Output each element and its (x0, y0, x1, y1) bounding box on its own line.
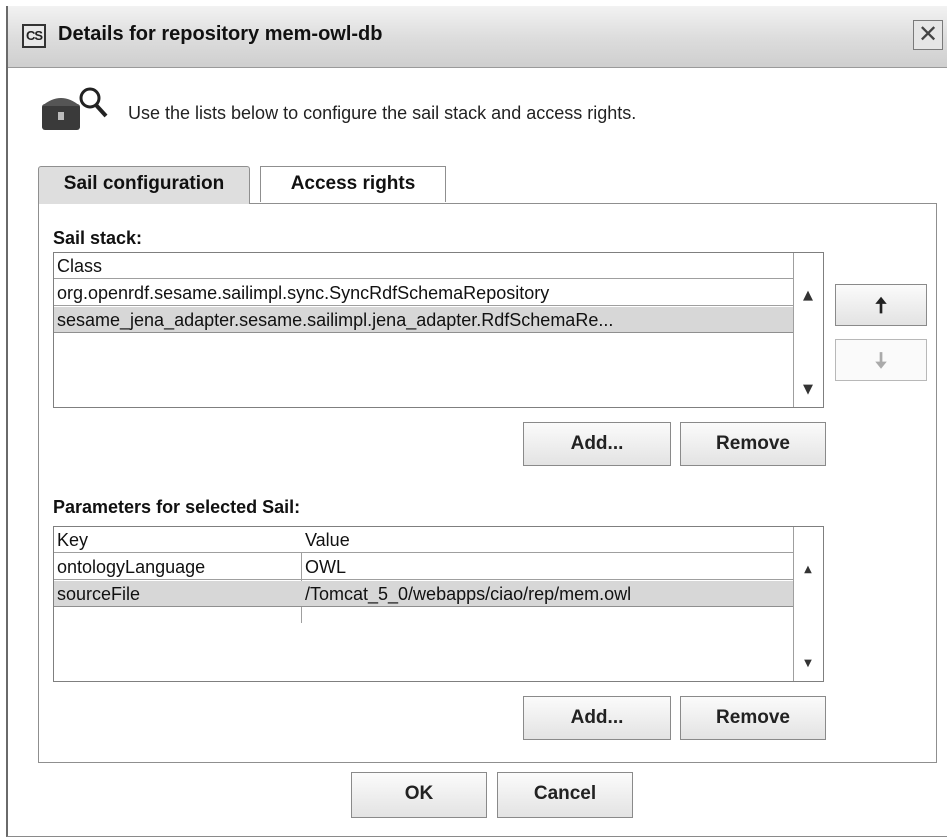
sail-configuration-panel: Sail stack: Class org.openrdf.sesame.sai… (38, 203, 937, 763)
remove-parameter-button[interactable]: Remove (680, 696, 826, 740)
table-row[interactable]: org.openrdf.sesame.sailimpl.sync.SyncRdf… (54, 280, 794, 306)
parameters-scrollbar[interactable]: ▲ ▼ (793, 527, 823, 681)
scroll-down-icon[interactable]: ▼ (796, 653, 820, 675)
parameters-header: Key Value (54, 527, 794, 553)
column-header-key: Key (57, 530, 89, 550)
add-parameter-button[interactable]: Add... (523, 696, 671, 740)
param-value-cell: OWL (305, 557, 347, 577)
tab-access-rights[interactable]: Access rights (260, 166, 446, 202)
parameters-label: Parameters for selected Sail: (53, 497, 301, 517)
scroll-up-icon[interactable]: ▲ (796, 559, 820, 581)
param-value-cell: /Tomcat_5_0/webapps/ciao/rep/mem.owl (305, 584, 632, 604)
column-header-value: Value (305, 530, 350, 550)
chest-magnifier-icon (42, 87, 108, 130)
table-row-selected[interactable]: sourceFile /Tomcat_5_0/webapps/ciao/rep/… (54, 581, 794, 607)
scroll-down-icon[interactable]: ▼ (796, 379, 820, 401)
app-icon: CS (22, 24, 46, 48)
arrow-up-icon: 🠅 (874, 293, 888, 318)
scroll-up-icon[interactable]: ▲ (796, 285, 820, 307)
instruction-text: Use the lists below to configure the sai… (128, 103, 637, 123)
sail-stack-header: Class (54, 253, 794, 279)
remove-sail-button[interactable]: Remove (680, 422, 826, 466)
arrow-down-icon: 🠇 (874, 348, 888, 373)
sail-class-cell: sesame_jena_adapter.sesame.sailimpl.jena… (57, 310, 614, 330)
cancel-button[interactable]: Cancel (497, 772, 633, 818)
move-up-button[interactable]: 🠅 (835, 284, 927, 326)
column-header-class: Class (57, 256, 103, 276)
repository-details-dialog: CS Details for repository mem-owl-db ✕ U… (6, 6, 947, 837)
tab-sail-configuration[interactable]: Sail configuration (38, 166, 250, 204)
parameters-table[interactable]: Key Value ontologyLanguage OWL sourceFil… (53, 526, 824, 682)
close-button[interactable]: ✕ (913, 20, 943, 50)
sail-stack-scrollbar[interactable]: ▲ ▼ (793, 253, 823, 407)
table-row-selected[interactable]: sesame_jena_adapter.sesame.sailimpl.jena… (54, 307, 794, 333)
param-key-cell: sourceFile (57, 584, 141, 604)
add-sail-button[interactable]: Add... (523, 422, 671, 466)
move-down-button[interactable]: 🠇 (835, 339, 927, 381)
sail-stack-label: Sail stack: (53, 228, 143, 248)
param-key-cell: ontologyLanguage (57, 557, 206, 577)
ok-button[interactable]: OK (351, 772, 487, 818)
title-bar[interactable]: CS Details for repository mem-owl-db ✕ (8, 6, 947, 68)
sail-class-cell: org.openrdf.sesame.sailimpl.sync.SyncRdf… (57, 283, 550, 303)
table-row[interactable]: ontologyLanguage OWL (54, 554, 794, 580)
window-title: Details for repository mem-owl-db (58, 23, 383, 45)
sail-stack-table[interactable]: Class org.openrdf.sesame.sailimpl.sync.S… (53, 252, 824, 408)
